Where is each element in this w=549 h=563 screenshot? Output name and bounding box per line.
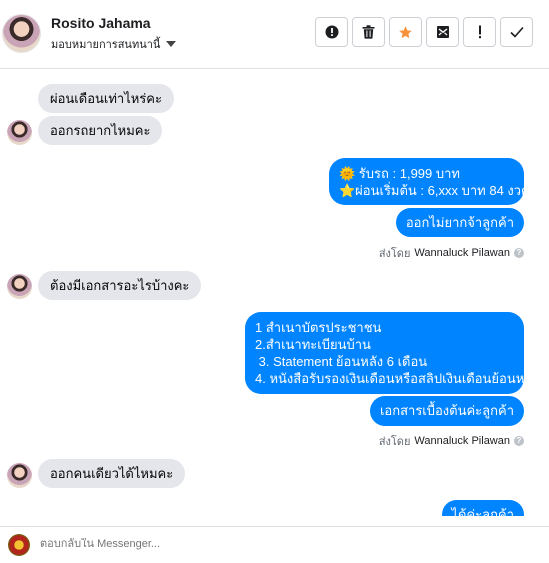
- message-line: 2.สำเนาทะเบียนบ้าน: [255, 337, 371, 352]
- outgoing-message: ได้ค่ะลูกค้า: [441, 500, 524, 516]
- sent-by-prefix: ส่งโดย: [378, 436, 411, 448]
- message-line: ⭐ผ่อนเริ่มต้น : 6,xxx บาท 84 งวด: [339, 183, 530, 198]
- contact-name[interactable]: Rosito Jahama: [51, 15, 151, 31]
- caret-down-icon: [166, 41, 177, 47]
- message-line: 3. Statement ย้อนหลัง 6 เดือน: [255, 354, 428, 369]
- check-icon: [509, 26, 524, 38]
- mark-unread-icon: [436, 26, 449, 38]
- page-avatar: [8, 534, 30, 556]
- outgoing-message: 1 สำเนาบัตรประชาชน 2.สำเนาทะเบียนบ้าน 3.…: [245, 312, 539, 394]
- report-icon: [325, 25, 338, 39]
- incoming-message: ผ่อนเดือนเท่าไหร่คะ: [38, 84, 174, 113]
- report-button[interactable]: [315, 17, 348, 47]
- message-line: 4. หนังสือรับรองเงินเดือนหรือสลิปเงินเดื…: [255, 371, 539, 386]
- help-icon[interactable]: ?: [514, 248, 524, 258]
- help-icon[interactable]: ?: [514, 436, 524, 446]
- sent-by-name: Wannaluck Pilawan: [414, 247, 510, 259]
- outgoing-message: เอกสารเบื้องต้นค่ะลูกค้า: [369, 396, 524, 426]
- mark-unread-button[interactable]: [426, 17, 459, 47]
- sent-by-info: ส่งโดย Wannaluck Pilawan ?: [379, 432, 524, 450]
- message-line: 1 สำเนาบัตรประชาชน: [255, 320, 382, 335]
- incoming-message: ต้องมีเอกสารอะไรบ้างคะ: [38, 271, 202, 300]
- star-icon: [399, 25, 412, 38]
- incoming-message: ออกคนเดียวได้ไหมคะ: [38, 459, 186, 488]
- exclamation-icon: [478, 25, 481, 39]
- sent-by-name: Wannaluck Pilawan: [414, 435, 510, 447]
- mark-done-button[interactable]: [500, 17, 533, 47]
- assign-conversation-dropdown[interactable]: มอบหมายการสนทนานี้: [51, 35, 177, 53]
- assign-label: มอบหมายการสนทนานี้: [51, 39, 161, 51]
- star-button[interactable]: [389, 17, 422, 47]
- reply-input[interactable]: [40, 538, 520, 550]
- contact-avatar[interactable]: [2, 14, 41, 53]
- sent-by-prefix: ส่งโดย: [378, 248, 411, 260]
- contact-avatar-small: [7, 274, 32, 299]
- conversation-header: Rosito Jahama มอบหมายการสนทนานี้: [0, 0, 549, 69]
- message-line: 🌞 รับรถ : 1,999 บาท: [339, 166, 460, 181]
- contact-avatar-small: [7, 463, 32, 488]
- incoming-message: ออกรถยากไหมคะ: [38, 116, 163, 145]
- reply-bar: [0, 526, 549, 563]
- sent-by-info: ส่งโดย Wannaluck Pilawan ?: [379, 244, 524, 262]
- message-thread[interactable]: ผ่อนเดือนเท่าไหร่คะ ออกรถยากไหมคะ 🌞 รับร…: [0, 70, 549, 516]
- outgoing-message: ออกไม่ยากจ้าลูกค้า: [395, 208, 524, 237]
- action-toolbar: [315, 17, 533, 47]
- contact-avatar-small: [7, 120, 32, 145]
- outgoing-message: 🌞 รับรถ : 1,999 บาท ⭐ผ่อนเริ่มต้น : 6,xx…: [329, 158, 530, 205]
- delete-button[interactable]: [352, 17, 385, 47]
- flag-button[interactable]: [463, 17, 496, 47]
- trash-icon: [362, 25, 375, 39]
